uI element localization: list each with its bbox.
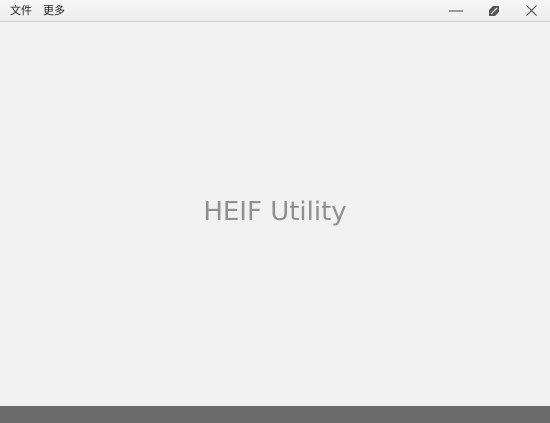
bottom-bar: [0, 406, 550, 423]
minimize-button[interactable]: [441, 0, 471, 21]
menu-file[interactable]: 文件: [10, 4, 32, 17]
maximize-button[interactable]: [479, 0, 509, 21]
minimize-icon: [449, 10, 463, 11]
app-title: HEIF Utility: [203, 197, 347, 227]
app-window: 文件 更多 HEIF Utility: [0, 0, 550, 423]
restore-icon: [489, 5, 499, 16]
close-button[interactable]: [516, 0, 546, 21]
close-icon: [525, 5, 537, 16]
menu-more[interactable]: 更多: [43, 4, 65, 17]
title-bar[interactable]: 文件 更多: [0, 0, 550, 22]
